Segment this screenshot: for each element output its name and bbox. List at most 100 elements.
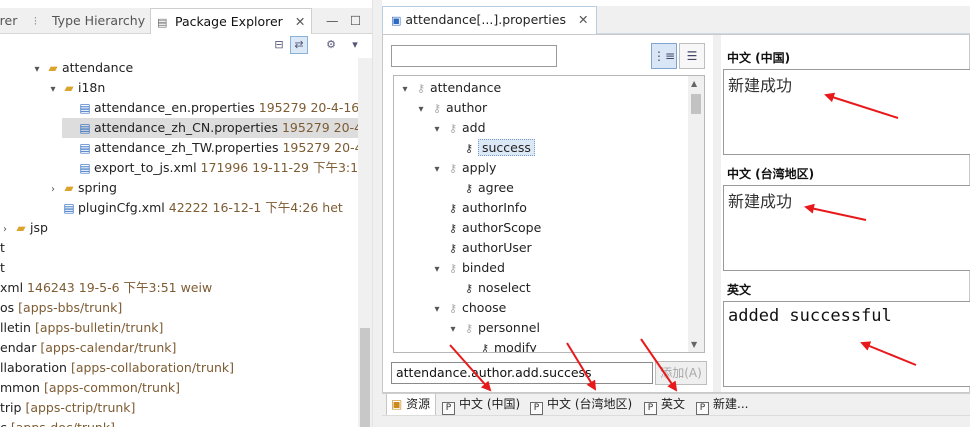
chevron-icon[interactable]: › bbox=[0, 220, 12, 240]
tree-item[interactable]: trip [apps-ctrip/trunk] bbox=[0, 398, 135, 418]
tab-navigator[interactable]: orer bbox=[0, 8, 17, 34]
key-tree-item[interactable]: ⚷ noselect bbox=[446, 278, 531, 298]
key-icon: ⚷ bbox=[464, 182, 474, 195]
key-tree-item[interactable]: ⚷ modify bbox=[462, 338, 537, 352]
key-tree-label: binded bbox=[462, 260, 505, 275]
key-tree-item[interactable]: ⚷ authorUser bbox=[430, 238, 532, 258]
view-divider[interactable] bbox=[372, 0, 382, 427]
new-key-input[interactable]: attendance.author.add.success bbox=[391, 362, 653, 384]
tree-item[interactable]: os [apps-bbs/trunk] bbox=[0, 298, 122, 318]
flat-view-icon[interactable]: ☰ bbox=[679, 43, 705, 69]
key-tree-item[interactable]: ▾ ⚷ attendance bbox=[398, 78, 501, 98]
scrollbar-thumb[interactable] bbox=[360, 328, 370, 427]
tree-item[interactable]: endar [apps-calendar/trunk] bbox=[0, 338, 176, 358]
folder-icon: ▰ bbox=[64, 181, 74, 195]
locale-label: 英文 bbox=[727, 283, 752, 297]
scroll-down-icon[interactable]: ▼ bbox=[691, 340, 697, 349]
chevron-down-icon[interactable]: ▾ bbox=[430, 300, 444, 320]
chevron-down-icon[interactable]: ▾ bbox=[430, 260, 444, 280]
scrollbar-thumb[interactable] bbox=[691, 94, 701, 114]
chevron-icon[interactable]: ▾ bbox=[30, 60, 44, 80]
key-tree-item[interactable]: ⚷ success bbox=[446, 138, 535, 158]
tab-label: 资源 bbox=[406, 397, 431, 411]
add-key-button[interactable]: 添加(A) bbox=[655, 361, 707, 385]
minimize-icon[interactable]: — bbox=[326, 8, 339, 34]
tab-locale-zh-tw[interactable]: P 中文 (台湾地区) bbox=[526, 394, 638, 416]
tab-locale-zh-cn[interactable]: P 中文 (中国) bbox=[438, 394, 524, 416]
key-tree-label: author bbox=[446, 100, 488, 115]
tree-item-label: mmon bbox=[0, 380, 40, 395]
key-tree-item[interactable]: ▾ ⚷ binded bbox=[430, 258, 505, 280]
tree-view-icon[interactable]: ⋮≡ bbox=[651, 43, 677, 69]
tab-properties-editor[interactable]: ▣ attendance[...].properties ✕ bbox=[382, 6, 598, 34]
key-icon: ⚷ bbox=[464, 142, 474, 155]
tab-locale-en[interactable]: P 英文 bbox=[640, 394, 690, 416]
tree-item[interactable]: t bbox=[0, 238, 5, 258]
vertical-scrollbar[interactable] bbox=[358, 58, 372, 427]
chevron-down-icon[interactable]: ▾ bbox=[446, 320, 460, 340]
tree-item[interactable]: ▤ attendance_zh_CN.properties 195279 20-4-… bbox=[62, 118, 372, 138]
properties-file-icon: P bbox=[696, 402, 709, 415]
tree-item[interactable]: ▤ attendance_zh_TW.properties 195279 20-4-… bbox=[62, 138, 372, 158]
editor-tab-title: attendance[...].properties bbox=[405, 12, 566, 27]
scroll-up-icon[interactable]: ▲ bbox=[691, 79, 697, 88]
tree-item[interactable]: ▾ ▰ i18n bbox=[46, 78, 105, 98]
tree-item-label: jsp bbox=[30, 220, 48, 235]
locale-value-field[interactable]: 新建成功 bbox=[723, 185, 970, 271]
tree-item[interactable]: ▤ pluginCfg.xml 42222 16-12-1 下午4:26 het bbox=[46, 198, 342, 218]
tree-item[interactable]: lletin [apps-bulletin/trunk] bbox=[0, 318, 163, 338]
tab-new-locale[interactable]: P 新建... bbox=[692, 394, 752, 416]
key-tree-item[interactable]: ⚷ agree bbox=[446, 178, 514, 198]
tree-item[interactable]: t bbox=[0, 258, 5, 278]
key-icon: ⚷ bbox=[448, 202, 458, 215]
locale-value-text: 新建成功 bbox=[728, 76, 793, 95]
link-with-editor-icon[interactable]: ⇄ bbox=[290, 36, 308, 54]
chevron-icon[interactable]: › bbox=[46, 180, 60, 200]
key-filter-input[interactable] bbox=[391, 45, 557, 67]
key-tree-item[interactable]: ▾ ⚷ apply bbox=[430, 158, 496, 178]
chevron-icon[interactable]: ▾ bbox=[46, 80, 60, 100]
tree-item-label: attendance_zh_TW.properties bbox=[94, 140, 279, 155]
chevron-down-icon[interactable]: ▾ bbox=[430, 120, 444, 140]
chevron-down-icon[interactable]: ▾ bbox=[414, 100, 428, 120]
tree-item[interactable]: ▾ ▰ attendance bbox=[30, 58, 133, 78]
close-icon[interactable]: ✕ bbox=[295, 14, 305, 29]
key-tree-item[interactable]: ▾ ⚷ personnel bbox=[446, 318, 539, 340]
vertical-scrollbar[interactable]: ▲ ▼ bbox=[688, 76, 704, 352]
chevron-down-icon[interactable]: ▾ bbox=[398, 80, 412, 100]
tree-item-meta: 171996 19-11-29 下午3:11 h bbox=[200, 160, 372, 175]
tab-package-explorer[interactable]: ▤ Package Explorer ✕ bbox=[150, 8, 313, 34]
key-tree-label: authorUser bbox=[462, 240, 532, 255]
key-tree-item[interactable]: ▾ ⚷ author bbox=[414, 98, 487, 118]
chevron-down-icon[interactable]: ▾ bbox=[346, 36, 364, 54]
maximize-icon[interactable]: ☐ bbox=[350, 8, 361, 34]
tree-item[interactable]: ▤ export_to_js.xml 171996 19-11-29 下午3:11 … bbox=[62, 158, 372, 178]
key-icon: ⚷ bbox=[448, 262, 458, 275]
tree-item[interactable]: ▤ attendance_en.properties 195279 20-4-16 … bbox=[62, 98, 372, 118]
tree-item-label: lletin bbox=[0, 320, 31, 335]
tree-item[interactable]: › ▰ jsp bbox=[0, 218, 48, 238]
tree-item[interactable]: xml 146243 19-5-6 下午3:51 weiw bbox=[0, 278, 212, 298]
tree-item[interactable]: llaboration [apps-collaboration/trunk] bbox=[0, 358, 234, 378]
locale-value-field[interactable]: 新建成功 bbox=[723, 69, 970, 155]
key-tree-label: authorScope bbox=[462, 220, 542, 235]
editor-sash[interactable] bbox=[713, 35, 721, 392]
file-icon: ▤ bbox=[79, 161, 91, 175]
chevron-down-icon[interactable]: ▾ bbox=[430, 160, 444, 180]
tree-item-label: trip bbox=[0, 400, 22, 415]
tree-item[interactable]: › ▰ spring bbox=[46, 178, 117, 198]
locale-value-field[interactable]: added successful bbox=[723, 301, 970, 387]
collapse-all-icon[interactable]: ⊟ bbox=[270, 36, 288, 54]
key-tree[interactable]: ▾ ⚷ attendance ▾ ⚷ author ▾ ⚷ add ⚷ success ▾ ⚷ apply… bbox=[393, 75, 705, 353]
key-tree-item[interactable]: ▾ ⚷ choose bbox=[430, 298, 506, 318]
key-tree-item[interactable]: ⚷ authorScope bbox=[430, 218, 541, 238]
close-icon[interactable]: ✕ bbox=[578, 12, 588, 27]
key-tree-item[interactable]: ⚷ authorInfo bbox=[430, 198, 527, 218]
tab-type-hierarchy[interactable]: ⫶ Type Hierarchy bbox=[34, 8, 145, 34]
view-menu-icon[interactable]: ⚙ bbox=[322, 36, 340, 54]
tree-item[interactable]: c [apps-doc/trunk] bbox=[0, 418, 115, 427]
tab-resources[interactable]: ▣ 资源 bbox=[386, 394, 436, 416]
tree-item[interactable]: mmon [apps-common/trunk] bbox=[0, 378, 180, 398]
key-tree-item[interactable]: ▾ ⚷ add bbox=[430, 118, 485, 140]
view-toolbar: ⊟ ⇄ ⚙ ▾ bbox=[0, 34, 372, 58]
